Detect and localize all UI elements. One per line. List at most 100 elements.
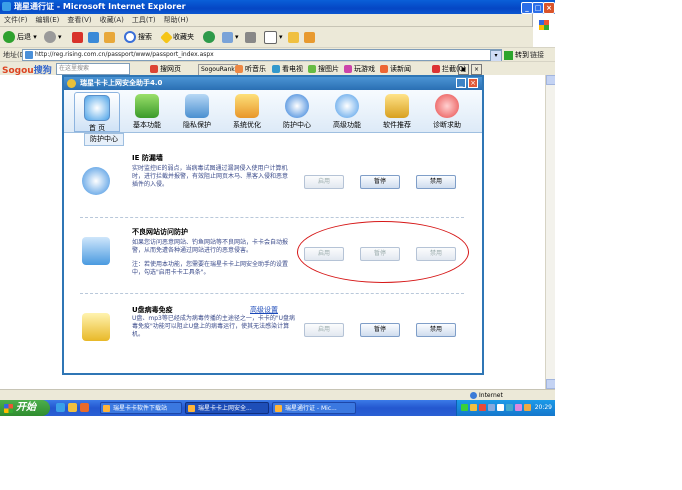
section-description: 实时监控IE的弱点，当病毒试图通过漏洞侵入使用户计算机时，进行拦截并报警，有效阻… — [132, 165, 289, 188]
refresh-button[interactable] — [88, 30, 101, 44]
tray-update-icon[interactable] — [506, 404, 513, 411]
tray-ime-icon[interactable] — [497, 404, 504, 411]
news-icon — [380, 65, 388, 73]
kaka-logo-icon — [67, 79, 76, 88]
pause-button[interactable]: 暂停 — [360, 323, 400, 337]
system-optimize-icon — [235, 94, 259, 118]
menu-favorites[interactable]: 收藏(A) — [96, 14, 128, 26]
subtab-protection-center[interactable]: 防护中心 — [84, 133, 124, 146]
sogou-games[interactable]: 玩游戏 — [344, 64, 375, 74]
sogou-images[interactable]: 搜图片 — [308, 64, 339, 74]
nav-optimize[interactable]: 系统优化 — [224, 92, 270, 132]
nav-home[interactable]: 首 页 — [74, 92, 120, 132]
vertical-scrollbar[interactable] — [545, 75, 555, 389]
globe-icon — [285, 94, 309, 118]
history-icon — [203, 31, 215, 43]
nav-advanced[interactable]: 高级功能 — [324, 92, 370, 132]
tray-kaka-icon[interactable] — [470, 404, 477, 411]
back-button[interactable]: 后退 ▾ — [3, 30, 37, 44]
sogou-music[interactable]: 听音乐 — [235, 64, 266, 74]
quicklaunch-media-icon[interactable] — [80, 403, 89, 412]
menu-file[interactable]: 文件(F) — [0, 14, 32, 26]
ie-window-title: 瑞星通行证 - Microsoft Internet Explorer — [14, 2, 186, 11]
address-bar: 地址(D) http://reg.rising.com.cn/passport/… — [0, 47, 555, 62]
enable-button[interactable]: 启用 — [304, 323, 344, 337]
section-description: 如果您访问恶意网站、钓鱼网站等不良网站，卡卡会自动报警，从而免遭各种通过网站进行… — [132, 239, 289, 254]
advanced-icon — [335, 94, 359, 118]
kaka-window-title: 瑞星卡卡上网安全助手4.0 — [80, 79, 163, 87]
sogou-search-input[interactable]: 在这里搜索 — [56, 63, 130, 75]
go-button[interactable]: 转到 — [504, 49, 529, 61]
task-rising-passport[interactable]: 瑞星通行证 - Mic... — [272, 402, 356, 414]
discuss-icon — [288, 31, 299, 43]
kaka-minimize-icon[interactable]: _ — [456, 78, 466, 88]
stop-button[interactable] — [72, 30, 85, 44]
pause-button[interactable]: 暂停 — [360, 175, 400, 189]
ie-icon — [2, 2, 11, 11]
mail-icon — [222, 31, 233, 43]
disable-button[interactable]: 禁用 — [416, 323, 456, 337]
star-icon — [160, 30, 173, 44]
links-button[interactable]: 链接 — [530, 50, 544, 60]
start-button[interactable]: 开始 — [0, 400, 50, 416]
home-button[interactable] — [104, 30, 117, 44]
history-button[interactable] — [203, 30, 217, 44]
kaka-nav-bar: 首 页 基本功能 隐私保护 系统优化 防护中心 高级功能 软件推荐 诊断求助 — [64, 90, 482, 133]
nav-basic[interactable]: 基本功能 — [124, 92, 170, 132]
section-title: 不良网站访问防护 — [132, 228, 188, 236]
edit-button[interactable]: ▾ — [264, 30, 283, 44]
sogou-web-search[interactable]: 搜网页 — [150, 64, 181, 74]
edit-icon — [264, 30, 277, 44]
software-icon — [385, 94, 409, 118]
ie-menu-bar: 文件(F) 编辑(E) 查看(V) 收藏(A) 工具(T) 帮助(H) — [0, 14, 555, 40]
research-icon — [304, 31, 315, 43]
sogou-close-icon[interactable]: × — [471, 64, 482, 75]
section-description: U盘、mp3等已经成为病毒传播的主途径之一，卡卡的"U盘病毒免疫"功能可以阻止U… — [132, 315, 296, 338]
tray-security-icon[interactable] — [515, 404, 522, 411]
search-button[interactable]: 搜索 — [124, 30, 152, 44]
nav-protection[interactable]: 防护中心 — [274, 92, 320, 132]
task-download-site[interactable]: 瑞星卡卡软件下载站 — [100, 402, 182, 414]
shield-icon — [185, 94, 209, 118]
menu-view[interactable]: 查看(V) — [63, 14, 95, 26]
menu-edit[interactable]: 编辑(E) — [32, 14, 64, 26]
sogou-tv[interactable]: 看电视 — [272, 64, 303, 74]
research-button[interactable] — [304, 30, 317, 44]
block-icon — [432, 65, 440, 73]
tray-rising-icon[interactable] — [479, 404, 486, 411]
refresh-icon — [88, 31, 99, 43]
web-protection-icon — [82, 237, 110, 265]
menu-help[interactable]: 帮助(H) — [160, 14, 193, 26]
scroll-down-icon[interactable] — [546, 379, 555, 389]
tray-misc-icon[interactable] — [524, 404, 531, 411]
nav-diagnose[interactable]: 诊断求助 — [424, 92, 470, 132]
kaka-close-icon[interactable]: × — [468, 78, 478, 88]
enable-button[interactable]: 启用 — [304, 175, 344, 189]
sogou-toolbar: Sogou搜狗 在这里搜索 搜网页 SogouRank 听音乐 看电视 搜图片 … — [0, 61, 555, 76]
favorites-button[interactable]: 收藏夹 — [160, 30, 194, 44]
sogou-options-icon[interactable]: ▣ — [458, 64, 469, 75]
forward-button[interactable]: ▾ — [44, 30, 62, 44]
home-icon — [104, 31, 115, 43]
usb-drive-icon — [82, 313, 110, 341]
address-input[interactable]: http://reg.rising.com.cn/passport/www/pa… — [22, 49, 502, 61]
nav-software[interactable]: 软件推荐 — [374, 92, 420, 132]
tray-network-icon[interactable] — [461, 404, 468, 411]
close-icon[interactable]: × — [543, 2, 555, 14]
sogou-news[interactable]: 读新闻 — [380, 64, 411, 74]
scroll-up-icon[interactable] — [546, 75, 555, 85]
mail-button[interactable]: ▾ — [222, 30, 239, 44]
discuss-button[interactable] — [288, 30, 301, 44]
quicklaunch-ie-icon[interactable] — [56, 403, 65, 412]
system-tray: 20:29 — [456, 400, 555, 416]
menu-tools[interactable]: 工具(T) — [128, 14, 160, 26]
section-title: IE 防漏墙 — [132, 154, 163, 162]
desktop-screen: 瑞星通行证 - Microsoft Internet Explorer _ □ … — [0, 0, 555, 416]
advanced-settings-link[interactable]: 高级设置 — [250, 305, 278, 315]
disable-button[interactable]: 禁用 — [416, 175, 456, 189]
tray-volume-icon[interactable] — [488, 404, 495, 411]
task-kaka-assistant[interactable]: 瑞星卡卡上网安全... — [185, 402, 269, 414]
quicklaunch-folder-icon[interactable] — [68, 403, 77, 412]
nav-privacy[interactable]: 隐私保护 — [174, 92, 220, 132]
print-button[interactable] — [245, 30, 258, 44]
